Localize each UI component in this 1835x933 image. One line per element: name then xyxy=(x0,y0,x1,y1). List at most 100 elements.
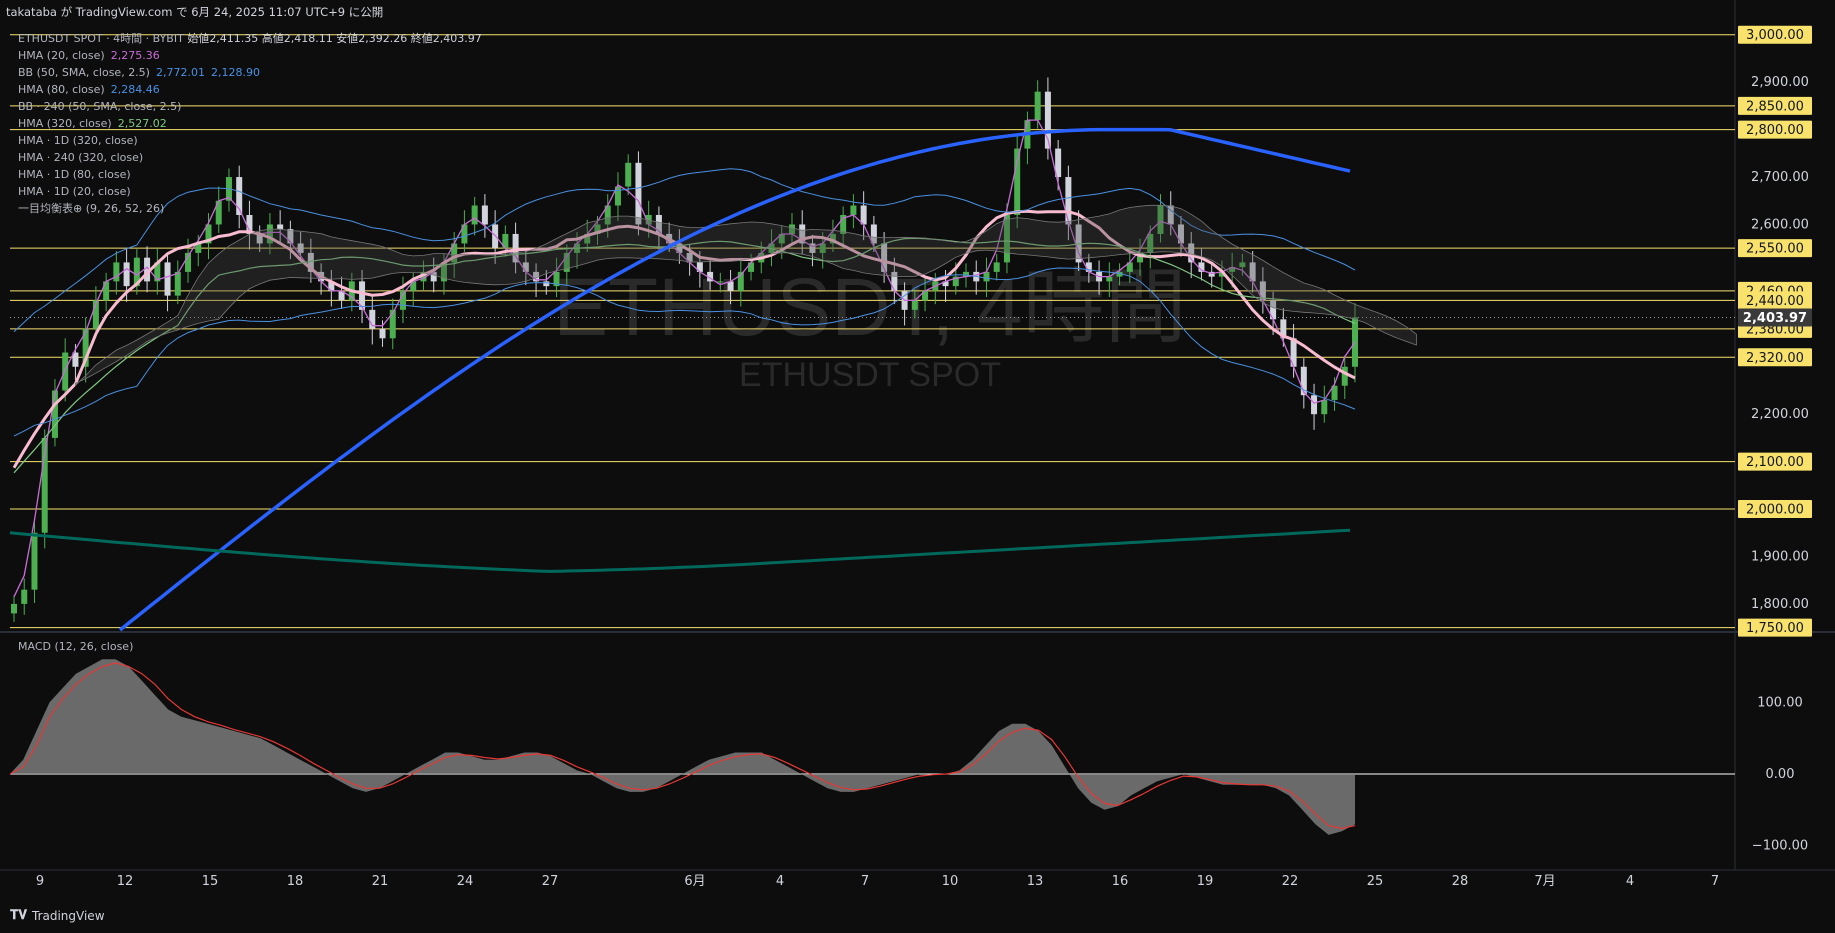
indicator-row[interactable]: HMA (80, close) 2,284.46 xyxy=(18,81,482,98)
candle-body xyxy=(103,281,110,301)
time-tick-label: 27 xyxy=(542,874,559,889)
watermark-main: ETHUSDT, 4時間 xyxy=(553,262,1186,353)
indicator-row[interactable]: HMA · 1D (320, close) xyxy=(18,132,482,149)
macd-tick-label: 0.00 xyxy=(1766,767,1795,782)
symbol-ohlc-line: ETHUSDT SPOT · 4時間 · BYBIT 始値2,411.35 高値… xyxy=(18,30,482,47)
indicator-label: HMA · 1D (320, close) xyxy=(18,134,138,147)
candle-body xyxy=(1106,276,1113,282)
time-tick-label: 15 xyxy=(202,874,219,889)
indicator-label: HMA (80, close) xyxy=(18,83,105,96)
time-tick-label: 7 xyxy=(1711,874,1719,889)
candle-body xyxy=(625,162,632,187)
time-tick-label: 4 xyxy=(776,874,784,889)
candle-body xyxy=(635,162,642,225)
indicator-row[interactable]: BB · 240 (50, SMA, close, 2.5) xyxy=(18,98,482,115)
indicator-row[interactable]: HMA (320, close) 2,527.02 xyxy=(18,115,482,132)
level-price-tag-text: 2,320.00 xyxy=(1746,351,1804,366)
candle-body xyxy=(379,328,386,339)
time-tick-label: 10 xyxy=(942,874,959,889)
time-tick-label: 25 xyxy=(1367,874,1384,889)
candle-body xyxy=(51,390,58,438)
low-value: 2,392.26 xyxy=(358,32,408,45)
time-tick-label: 22 xyxy=(1282,874,1299,889)
level-price-tag-text: 2,850.00 xyxy=(1746,99,1804,114)
candle-body xyxy=(850,205,857,215)
level-price-tag-text: 3,000.00 xyxy=(1746,28,1804,43)
candle-body xyxy=(11,603,17,614)
close-label: 終値 xyxy=(410,32,433,45)
indicator-row[interactable]: HMA · 1D (80, close) xyxy=(18,166,482,183)
indicator-label: BB (50, SMA, close, 2.5) xyxy=(18,66,150,79)
price-tick-label: 2,700.00 xyxy=(1751,170,1809,185)
candle-body xyxy=(1321,399,1328,415)
publish-info: takataba が TradingView.com で 6月 24, 2025… xyxy=(6,5,384,19)
level-price-tag-text: 2,440.00 xyxy=(1746,294,1804,309)
indicator-row[interactable]: HMA · 1D (20, close) xyxy=(18,183,482,200)
price-tick-label: 1,900.00 xyxy=(1751,549,1809,564)
price-tick-label: 2,200.00 xyxy=(1751,407,1809,422)
candle-body xyxy=(31,532,38,590)
time-tick-label: 24 xyxy=(457,874,474,889)
time-tick-label: 4 xyxy=(1626,874,1634,889)
price-tick-label: 2,900.00 xyxy=(1751,75,1809,90)
indicator-value: 2,128.90 xyxy=(210,66,260,79)
time-tick-label: 9 xyxy=(36,874,44,889)
candle-body xyxy=(1352,317,1358,367)
level-price-tag-text: 2,100.00 xyxy=(1746,455,1804,470)
candle-body xyxy=(277,224,284,230)
indicator-row[interactable]: HMA (20, close) 2,275.36 xyxy=(18,47,482,64)
level-price-tag-text: 1,750.00 xyxy=(1746,621,1804,636)
time-tick-label: 28 xyxy=(1452,874,1469,889)
time-tick-label: 18 xyxy=(287,874,304,889)
indicator-label: BB · 240 (50, SMA, close, 2.5) xyxy=(18,100,182,113)
candle-body xyxy=(123,262,130,287)
level-price-tag-text: 2,550.00 xyxy=(1746,242,1804,257)
time-tick-label: 16 xyxy=(1112,874,1129,889)
indicator-row[interactable]: BB (50, SMA, close, 2.5) 2,772.01 2,128.90 xyxy=(18,64,482,81)
indicator-label: HMA · 1D (80, close) xyxy=(18,168,131,181)
time-tick-label: 7月 xyxy=(1534,874,1555,889)
macd-tick-label: −100.00 xyxy=(1752,839,1808,854)
time-tick-label: 12 xyxy=(117,874,134,889)
indicator-value: 2,772.01 xyxy=(155,66,205,79)
candle-body xyxy=(410,281,417,291)
indicator-legend: ETHUSDT SPOT · 4時間 · BYBIT 始値2,411.35 高値… xyxy=(18,32,482,217)
tradingview-footer[interactable]: 𝐓𝐕 TradingView xyxy=(10,908,105,923)
candle-body xyxy=(717,281,724,283)
footer-brand: TradingView xyxy=(32,908,105,923)
indicator-label: HMA (320, close) xyxy=(18,117,112,130)
indicator-label: HMA · 1D (20, close) xyxy=(18,185,131,198)
macd-title: MACD (12, 26, close) xyxy=(18,640,134,653)
indicator-label: 一目均衡表⊕ (9, 26, 52, 26) xyxy=(18,202,165,215)
open-value: 2,411.35 xyxy=(209,32,259,45)
price-tick-label: 2,600.00 xyxy=(1751,217,1809,232)
level-price-tag-text: 2,000.00 xyxy=(1746,503,1804,518)
watermark-sub: ETHUSDT SPOT xyxy=(739,356,1001,394)
candle-body xyxy=(164,262,171,296)
candle-body xyxy=(1014,148,1021,215)
close-value: 2,403.97 xyxy=(432,32,482,45)
indicator-value: 2,284.46 xyxy=(110,83,160,96)
candle-body xyxy=(911,300,918,310)
macd-tick-label: 100.00 xyxy=(1757,695,1803,710)
last-price-tag-text: 2,403.97 xyxy=(1743,311,1807,326)
indicator-row[interactable]: 一目均衡表⊕ (9, 26, 52, 26) xyxy=(18,200,482,217)
candle-body xyxy=(1341,366,1348,386)
tradingview-logo-icon: 𝐓𝐕 xyxy=(10,908,27,923)
time-tick-label: 21 xyxy=(372,874,389,889)
candle-body xyxy=(21,589,28,604)
high-value: 2,418.11 xyxy=(283,32,333,45)
candle-body xyxy=(481,205,488,225)
indicator-row[interactable]: HMA · 240 (320, close) xyxy=(18,149,482,166)
candle-body xyxy=(113,262,120,282)
time-tick-label: 13 xyxy=(1027,874,1044,889)
price-tick-label: 1,800.00 xyxy=(1751,597,1809,612)
candle-body xyxy=(1311,395,1318,415)
candle-body xyxy=(174,271,181,296)
symbol-title: ETHUSDT SPOT · 4時間 · BYBIT xyxy=(18,32,184,45)
candle-body xyxy=(1065,177,1072,225)
low-label: 安値 xyxy=(336,32,359,45)
high-label: 高値 xyxy=(261,32,284,45)
time-tick-label: 6月 xyxy=(684,874,705,889)
candle-body xyxy=(543,281,550,287)
